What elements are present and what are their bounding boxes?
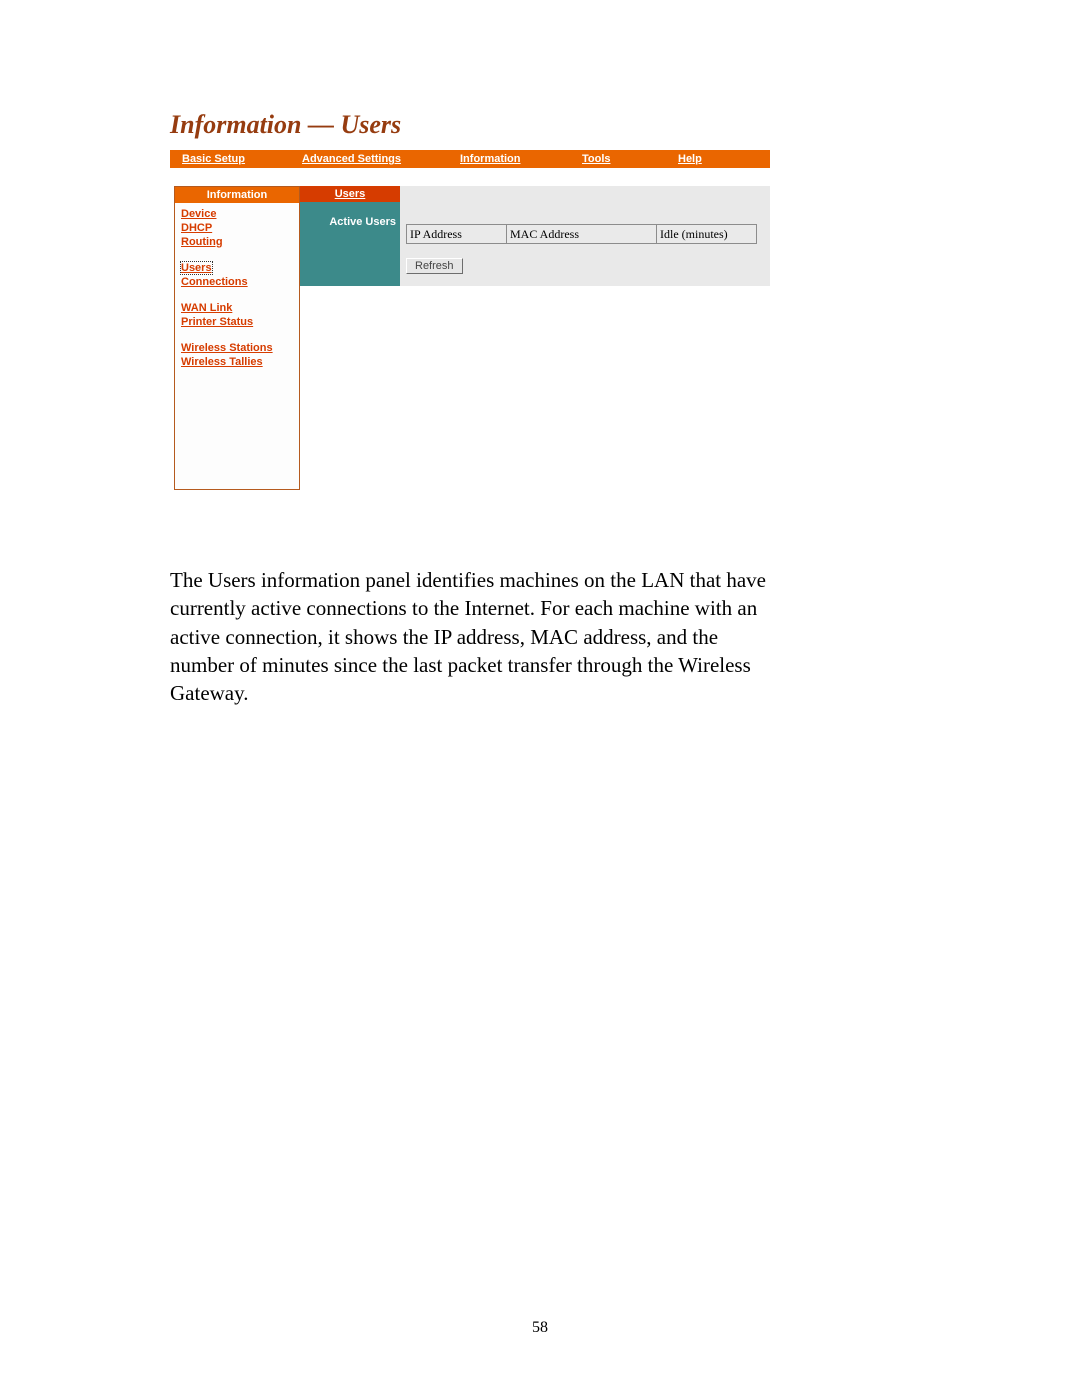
table-header-row: IP Address MAC Address Idle (minutes) [407, 225, 757, 244]
document-page: Information — Users Basic Setup Advanced… [0, 0, 1080, 1397]
col-mac-address: MAC Address [507, 225, 657, 244]
sidebar-header: Information [175, 187, 299, 203]
col-ip-address: IP Address [407, 225, 507, 244]
content-area: IP Address MAC Address Idle (minutes) Re… [400, 186, 770, 286]
sidebar-link-device[interactable]: Device [181, 208, 216, 220]
sidebar-link-routing[interactable]: Routing [181, 236, 223, 248]
sub-panel-subtitle: Active Users [300, 216, 400, 228]
sidebar-links: Device DHCP Routing Users Connections WA… [175, 203, 299, 489]
nav-information[interactable]: Information [456, 153, 578, 165]
col-idle-minutes: Idle (minutes) [657, 225, 757, 244]
sidebar-link-connections[interactable]: Connections [181, 276, 248, 288]
sub-panel-title: Users [300, 186, 400, 202]
sidebar-link-printer-status[interactable]: Printer Status [181, 316, 253, 328]
active-users-table: IP Address MAC Address Idle (minutes) [406, 224, 757, 244]
description-paragraph: The Users information panel identifies m… [170, 566, 770, 708]
sub-panel: Users Active Users [300, 186, 400, 286]
sidebar-link-wireless-stations[interactable]: Wireless Stations [181, 342, 273, 354]
sidebar-link-wireless-tallies[interactable]: Wireless Tallies [181, 356, 263, 368]
nav-help[interactable]: Help [674, 153, 706, 165]
sidebar-link-users[interactable]: Users [181, 262, 212, 274]
top-nav-bar: Basic Setup Advanced Settings Informatio… [170, 150, 770, 168]
section-heading: Information — Users [170, 110, 910, 140]
sidebar-link-wan-link[interactable]: WAN Link [181, 302, 232, 314]
nav-advanced-settings[interactable]: Advanced Settings [298, 153, 456, 165]
sidebar: Information Device DHCP Routing Users Co… [174, 186, 300, 490]
page-number: 58 [0, 1319, 1080, 1337]
refresh-button[interactable]: Refresh [406, 258, 463, 274]
nav-tools[interactable]: Tools [578, 153, 674, 165]
sidebar-link-dhcp[interactable]: DHCP [181, 222, 212, 234]
nav-basic-setup[interactable]: Basic Setup [178, 153, 298, 165]
router-admin-screenshot: Basic Setup Advanced Settings Informatio… [170, 150, 770, 534]
